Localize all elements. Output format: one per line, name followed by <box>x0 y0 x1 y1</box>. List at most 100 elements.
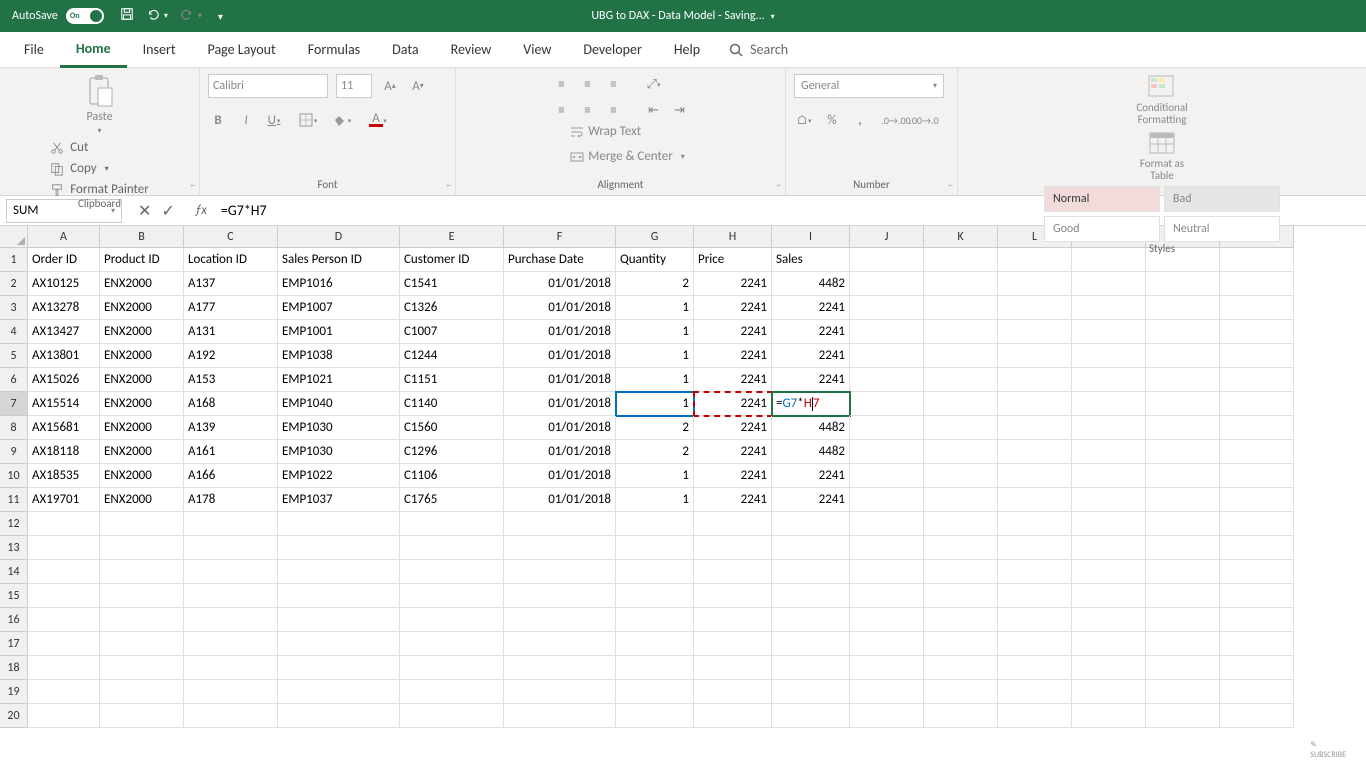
cell-E3[interactable]: C1326 <box>400 296 504 320</box>
cell-I10[interactable]: 2241 <box>772 464 850 488</box>
cell-M10[interactable] <box>1072 464 1146 488</box>
cell-N12[interactable] <box>1146 512 1220 536</box>
cell-L5[interactable] <box>998 344 1072 368</box>
cell-K2[interactable] <box>924 272 998 296</box>
row-header-5[interactable]: 5 <box>0 344 28 368</box>
cell-A15[interactable] <box>28 584 100 608</box>
cell-N3[interactable] <box>1146 296 1220 320</box>
cell-D15[interactable] <box>278 584 400 608</box>
cell-H17[interactable] <box>694 632 772 656</box>
decrease-indent-icon[interactable]: ⇤ <box>644 100 664 120</box>
cell-J5[interactable] <box>850 344 924 368</box>
cell-O13[interactable] <box>1220 536 1294 560</box>
cell-M3[interactable] <box>1072 296 1146 320</box>
cell-G12[interactable] <box>616 512 694 536</box>
cell-M12[interactable] <box>1072 512 1146 536</box>
orientation-icon[interactable]: ⤢▾ <box>644 74 664 94</box>
cell-N15[interactable] <box>1146 584 1220 608</box>
cell-D1[interactable]: Sales Person ID <box>278 248 400 272</box>
cell-L11[interactable] <box>998 488 1072 512</box>
cell-G18[interactable] <box>616 656 694 680</box>
save-icon[interactable] <box>120 7 134 25</box>
tab-review[interactable]: Review <box>435 33 508 66</box>
cell-K12[interactable] <box>924 512 998 536</box>
cell-H7[interactable]: 2241 <box>694 392 772 416</box>
cell-B1[interactable]: Product ID <box>100 248 184 272</box>
cell-J18[interactable] <box>850 656 924 680</box>
cell-J8[interactable] <box>850 416 924 440</box>
cell-N9[interactable] <box>1146 440 1220 464</box>
cell-E17[interactable] <box>400 632 504 656</box>
cell-G8[interactable]: 2 <box>616 416 694 440</box>
cell-E7[interactable]: C1140 <box>400 392 504 416</box>
number-launcher-icon[interactable]: ⌐ <box>949 180 953 191</box>
cell-E9[interactable]: C1296 <box>400 440 504 464</box>
cell-F9[interactable]: 01/01/2018 <box>504 440 616 464</box>
cell-I3[interactable]: 2241 <box>772 296 850 320</box>
cell-J4[interactable] <box>850 320 924 344</box>
cell-I20[interactable] <box>772 704 850 728</box>
cell-N7[interactable] <box>1146 392 1220 416</box>
cell-J11[interactable] <box>850 488 924 512</box>
cell-M17[interactable] <box>1072 632 1146 656</box>
tab-formulas[interactable]: Formulas <box>292 33 376 66</box>
cell-F4[interactable]: 01/01/2018 <box>504 320 616 344</box>
cell-H6[interactable]: 2241 <box>694 368 772 392</box>
increase-indent-icon[interactable]: ⇥ <box>670 100 690 120</box>
cell-J17[interactable] <box>850 632 924 656</box>
conditional-formatting-button[interactable]: Conditional Formatting <box>1127 74 1197 126</box>
cell-E19[interactable] <box>400 680 504 704</box>
cell-O8[interactable] <box>1220 416 1294 440</box>
tab-home[interactable]: Home <box>60 32 127 68</box>
cell-D19[interactable] <box>278 680 400 704</box>
cell-N20[interactable] <box>1146 704 1220 728</box>
cell-J10[interactable] <box>850 464 924 488</box>
cell-J20[interactable] <box>850 704 924 728</box>
cell-B12[interactable] <box>100 512 184 536</box>
cell-M19[interactable] <box>1072 680 1146 704</box>
cell-A5[interactable]: AX13801 <box>28 344 100 368</box>
cell-O16[interactable] <box>1220 608 1294 632</box>
undo-dropdown-icon[interactable]: ▾ <box>164 11 168 21</box>
cell-I4[interactable]: 2241 <box>772 320 850 344</box>
bold-button[interactable]: B <box>208 110 228 130</box>
redo-dropdown-icon[interactable]: ▾ <box>198 11 202 21</box>
cell-A18[interactable] <box>28 656 100 680</box>
cell-I18[interactable] <box>772 656 850 680</box>
cell-J6[interactable] <box>850 368 924 392</box>
cell-O11[interactable] <box>1220 488 1294 512</box>
cell-O9[interactable] <box>1220 440 1294 464</box>
cell-F18[interactable] <box>504 656 616 680</box>
column-header-E[interactable]: E <box>400 226 504 248</box>
cell-D6[interactable]: EMP1021 <box>278 368 400 392</box>
cell-M11[interactable] <box>1072 488 1146 512</box>
cell-L17[interactable] <box>998 632 1072 656</box>
cell-B11[interactable]: ENX2000 <box>100 488 184 512</box>
cell-M9[interactable] <box>1072 440 1146 464</box>
cell-M1[interactable] <box>1072 248 1146 272</box>
cell-H1[interactable]: Price <box>694 248 772 272</box>
undo-icon[interactable] <box>146 7 160 25</box>
cell-A6[interactable]: AX15026 <box>28 368 100 392</box>
cell-J16[interactable] <box>850 608 924 632</box>
cell-J14[interactable] <box>850 560 924 584</box>
align-bottom-icon[interactable]: ≡ <box>604 74 624 94</box>
cell-J12[interactable] <box>850 512 924 536</box>
cell-G14[interactable] <box>616 560 694 584</box>
cell-N6[interactable] <box>1146 368 1220 392</box>
cell-G4[interactable]: 1 <box>616 320 694 344</box>
cell-H3[interactable]: 2241 <box>694 296 772 320</box>
cell-D20[interactable] <box>278 704 400 728</box>
cell-L2[interactable] <box>998 272 1072 296</box>
cell-M13[interactable] <box>1072 536 1146 560</box>
row-header-19[interactable]: 19 <box>0 680 28 704</box>
cell-E16[interactable] <box>400 608 504 632</box>
cell-M6[interactable] <box>1072 368 1146 392</box>
cell-I14[interactable] <box>772 560 850 584</box>
cell-L9[interactable] <box>998 440 1072 464</box>
cell-C13[interactable] <box>184 536 278 560</box>
cell-J2[interactable] <box>850 272 924 296</box>
cell-L4[interactable] <box>998 320 1072 344</box>
cell-B16[interactable] <box>100 608 184 632</box>
cell-L16[interactable] <box>998 608 1072 632</box>
